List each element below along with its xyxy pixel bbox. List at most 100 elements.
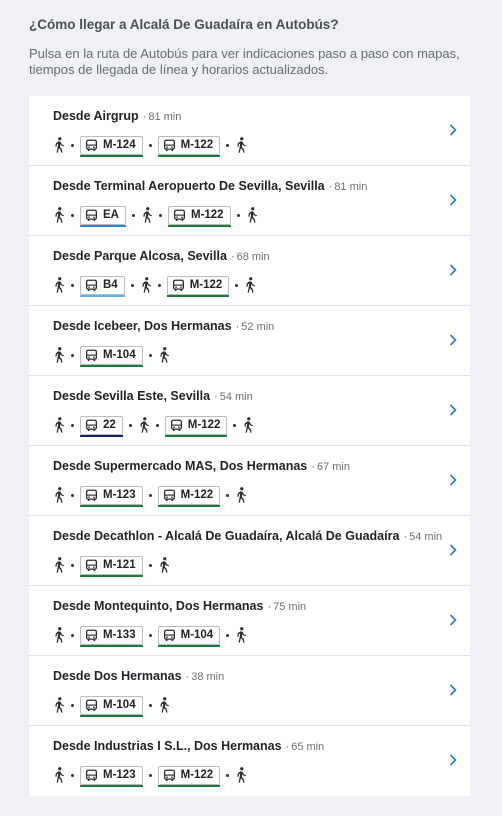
route-title: Desde Icebeer, Dos Hermanas (53, 319, 232, 333)
step-separator (71, 493, 74, 497)
route-header: Desde Dos Hermanas · 38 min (53, 668, 440, 685)
route-duration: 68 min (236, 251, 270, 263)
step-separator (226, 773, 230, 777)
step-separator (130, 283, 134, 287)
bus-line-badge: M-122 (167, 205, 231, 227)
walk-icon (53, 207, 65, 223)
bus-line-badge: M-104 (80, 345, 143, 367)
page-heading: ¿Cómo llegar a Alcalá De Guadaíra en Aut… (29, 17, 339, 32)
bus-line-badge: M-122 (157, 485, 221, 507)
step-separator (148, 633, 152, 637)
route-header: Desde Airgrup · 81 min (53, 108, 440, 125)
route-row[interactable]: Desde Decathlon - Alcalá De Guadaíra, Al… (29, 516, 470, 586)
walk-icon (158, 697, 170, 713)
walk-icon (246, 207, 258, 223)
page: ¿Cómo llegar a Alcalá De Guadaíra en Aut… (0, 0, 502, 796)
bus-icon (85, 559, 103, 572)
chevron-right-icon[interactable] (448, 613, 458, 627)
route-row[interactable]: Desde Parque Alcosa, Sevilla · 68 min B4 M-1… (29, 236, 470, 306)
chevron-right-icon[interactable] (448, 123, 458, 137)
bus-line-label: 22 (103, 419, 116, 431)
step-separator (148, 563, 152, 567)
bus-line-badge: M-123 (80, 765, 143, 787)
bus-line-label: M-104 (103, 349, 136, 361)
bus-icon (170, 419, 188, 432)
route-row[interactable]: Desde Icebeer, Dos Hermanas · 52 min M-104 (29, 306, 470, 376)
route-steps: M-123 M-122 (53, 764, 440, 787)
bus-line-badge: B4 (80, 275, 125, 297)
route-duration: 81 min (148, 111, 182, 123)
route-row[interactable]: Desde Dos Hermanas · 38 min M-104 (29, 656, 470, 726)
bus-icon (163, 139, 181, 152)
chevron-right-icon[interactable] (448, 543, 458, 557)
route-duration: 67 min (316, 461, 350, 473)
bus-icon (173, 209, 191, 222)
step-separator (128, 423, 132, 427)
route-header: Desde Parque Alcosa, Sevilla · 68 min (53, 248, 440, 265)
bus-line-label: EA (103, 209, 119, 221)
bus-line-badge: M-122 (157, 765, 221, 787)
chevron-right-icon[interactable] (448, 263, 458, 277)
bus-line-label: B4 (103, 279, 118, 291)
route-duration: 54 min (409, 531, 443, 543)
chevron-right-icon[interactable] (448, 193, 458, 207)
bus-line-label: M-124 (103, 139, 136, 151)
walk-icon (53, 697, 65, 713)
bus-line-badge: M-133 (80, 625, 143, 647)
chevron-right-icon[interactable] (448, 683, 458, 697)
walk-icon (158, 347, 170, 363)
walk-icon (53, 627, 65, 643)
chevron-right-icon[interactable] (448, 753, 458, 767)
step-separator (236, 213, 240, 217)
separator-dot: · (142, 111, 147, 123)
chevron-right-icon[interactable] (448, 473, 458, 487)
bus-icon (163, 769, 181, 782)
step-separator (71, 213, 74, 217)
bus-line-badge: M-104 (80, 695, 143, 717)
route-title: Desde Montequinto, Dos Hermanas (53, 599, 264, 613)
bus-line-badge: M-122 (166, 275, 230, 297)
bus-line-badge: M-123 (80, 485, 143, 507)
step-separator (71, 633, 74, 637)
route-steps: M-133 M-104 (53, 624, 440, 647)
separator-dot: · (285, 741, 290, 753)
route-row[interactable]: Desde Terminal Aeropuerto De Sevilla, Se… (29, 166, 470, 236)
bus-line-label: M-123 (103, 769, 136, 781)
route-steps: M-104 (53, 344, 440, 367)
step-separator (71, 563, 74, 567)
separator-dot: · (230, 251, 235, 263)
route-header: Desde Terminal Aeropuerto De Sevilla, Se… (53, 178, 440, 195)
step-separator (157, 283, 161, 287)
walk-icon (235, 487, 247, 503)
walk-icon (242, 417, 254, 433)
route-row[interactable]: Desde Sevilla Este, Sevilla · 54 min 22 M-12… (29, 376, 470, 446)
walk-icon (53, 347, 65, 363)
route-title: Desde Airgrup (53, 109, 139, 123)
bus-icon (85, 769, 103, 782)
route-row[interactable]: Desde Industrias I S.L., Dos Hermanas · 65… (29, 726, 470, 796)
route-duration: 65 min (291, 741, 325, 753)
route-row[interactable]: Desde Supermercado MAS, Dos Hermanas · 67 … (29, 446, 470, 516)
walk-icon (140, 277, 152, 293)
chevron-right-icon[interactable] (448, 403, 458, 417)
route-duration: 52 min (241, 321, 275, 333)
step-separator (71, 143, 74, 147)
route-row[interactable]: Desde Airgrup · 81 min M-124 M-122 (29, 96, 470, 166)
walk-icon (244, 277, 256, 293)
chevron-right-icon[interactable] (448, 333, 458, 347)
bus-line-label: M-122 (190, 209, 224, 221)
walk-icon (53, 767, 65, 783)
bus-line-badge: M-124 (80, 135, 143, 157)
bus-line-badge: 22 (80, 415, 123, 437)
route-steps: M-104 (53, 694, 440, 717)
bus-line-label: M-122 (180, 769, 214, 781)
bus-line-badge: M-121 (80, 555, 143, 577)
route-row[interactable]: Desde Montequinto, Dos Hermanas · 75 min M-… (29, 586, 470, 656)
route-steps: M-124 M-122 (53, 134, 440, 157)
walk-icon (53, 417, 65, 433)
step-separator (71, 353, 74, 357)
bus-icon (85, 139, 103, 152)
step-separator (226, 493, 230, 497)
step-separator (155, 423, 159, 427)
bus-icon (85, 349, 103, 362)
